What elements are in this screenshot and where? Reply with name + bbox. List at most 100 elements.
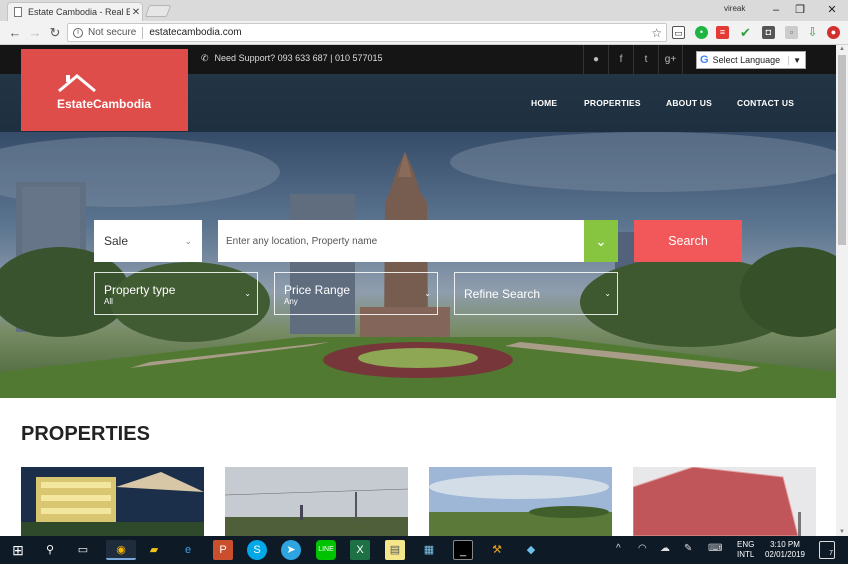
- address-toolbar: ← → ↻ i Not secure estatecambodia.com ☆ …: [0, 21, 848, 45]
- browser-titlebar: Estate Cambodia - Real E ✕ vireak – ❐ ✕: [0, 0, 848, 21]
- property-photo: [21, 467, 204, 536]
- powerpoint-icon[interactable]: P: [213, 540, 233, 560]
- twitter-icon[interactable]: t: [633, 45, 658, 74]
- facebook-icon[interactable]: f: [608, 45, 633, 74]
- extension-line-icon[interactable]: •: [695, 26, 708, 39]
- extension-check-icon[interactable]: ✔: [739, 26, 752, 39]
- scrollbar-thumb[interactable]: [838, 55, 846, 245]
- reload-icon[interactable]: ↻: [46, 24, 64, 42]
- telegram-icon[interactable]: ➤: [281, 540, 301, 560]
- filter-label: Refine Search: [464, 287, 541, 301]
- webpage: ✆ Need Support? 093 633 687 | 010 577015 …: [0, 45, 836, 536]
- app-icon[interactable]: ◆: [521, 540, 541, 560]
- onedrive-icon[interactable]: ☁: [660, 543, 670, 554]
- skype-icon[interactable]: S: [247, 540, 267, 560]
- site-logo[interactable]: EstateCambodia: [21, 49, 188, 131]
- back-icon[interactable]: ←: [6, 24, 24, 42]
- keyboard-icon[interactable]: ⌨: [708, 543, 722, 554]
- support-text: Need Support? 093 633 687 | 010 577015: [214, 53, 383, 63]
- tools-icon[interactable]: ⚒: [487, 540, 507, 560]
- ie-icon[interactable]: e: [178, 540, 198, 560]
- keyboard-layout: INTL: [737, 550, 755, 559]
- listing-type-select[interactable]: Sale ⌄: [94, 220, 202, 262]
- minimize-icon[interactable]: –: [764, 2, 788, 18]
- window-close-icon[interactable]: ✕: [820, 2, 844, 18]
- location-search-input[interactable]: [218, 220, 584, 262]
- filter-label: Price Range: [284, 283, 351, 297]
- clock-date: 02/01/2019: [764, 550, 806, 559]
- property-card[interactable]: [21, 467, 204, 536]
- photos-icon[interactable]: ▦: [419, 540, 439, 560]
- sticky-notes-icon[interactable]: ▤: [385, 540, 405, 560]
- hero-banner: [0, 132, 836, 398]
- support-info: ✆ Need Support? 093 633 687 | 010 577015: [201, 53, 383, 64]
- extension-download-icon[interactable]: ⇩: [806, 26, 819, 39]
- user-icon[interactable]: ●: [583, 45, 608, 74]
- nav-contact-us[interactable]: CONTACT US: [737, 98, 794, 108]
- property-card[interactable]: [633, 467, 816, 536]
- nav-home[interactable]: HOME: [531, 98, 557, 108]
- language-code: ENG: [737, 540, 755, 549]
- windows-start-icon[interactable]: ⊞: [8, 540, 28, 560]
- filter-value: All: [104, 297, 113, 306]
- windows-taskbar: ⊞ ⚲ ▭ ◉ ▰ e P S ➤ LINE X ▤ ▦ _ ⚒ ◆ ^ ◠ ☁…: [0, 536, 848, 564]
- forward-icon[interactable]: →: [26, 24, 44, 42]
- chevron-down-icon: ⌄: [424, 289, 431, 298]
- line-icon[interactable]: LINE: [316, 540, 336, 560]
- new-tab-button[interactable]: [144, 5, 172, 17]
- google-plus-icon[interactable]: g+: [658, 45, 683, 74]
- page-icon: [14, 7, 22, 17]
- security-label: Not secure: [88, 27, 137, 38]
- file-explorer-icon[interactable]: ▰: [144, 540, 164, 560]
- address-bar[interactable]: i Not secure estatecambodia.com ☆: [67, 23, 667, 42]
- bookmark-star-icon[interactable]: ☆: [651, 26, 662, 40]
- task-view-icon[interactable]: ▭: [73, 540, 93, 560]
- search-icon[interactable]: ⚲: [40, 540, 60, 560]
- price-range-filter[interactable]: Price Range Any ⌄: [274, 272, 438, 315]
- search-button[interactable]: Search: [634, 220, 742, 262]
- property-photo: [429, 467, 612, 536]
- chevron-down-icon: ⌄: [184, 235, 192, 246]
- nav-about-us[interactable]: ABOUT US: [666, 98, 712, 108]
- extension-adblock-icon[interactable]: ●: [827, 26, 840, 39]
- scroll-up-icon[interactable]: ▲: [836, 46, 848, 52]
- extension-chat-icon[interactable]: ▭: [672, 26, 685, 39]
- clock-time: 3:10 PM: [770, 540, 800, 549]
- phone-icon: ✆: [201, 53, 209, 63]
- tray-expand-icon[interactable]: ^: [616, 543, 621, 554]
- refine-search-filter[interactable]: Refine Search ⌄: [454, 272, 618, 315]
- extension-shield-icon[interactable]: ◘: [762, 26, 775, 39]
- house-icon: [58, 74, 96, 93]
- maximize-icon[interactable]: ❐: [788, 2, 812, 18]
- nav-properties[interactable]: PROPERTIES: [584, 98, 641, 108]
- browser-tab[interactable]: Estate Cambodia - Real E ✕: [7, 2, 143, 21]
- pen-icon[interactable]: ✎: [684, 543, 692, 554]
- profile-name[interactable]: vireak: [724, 4, 745, 13]
- terminal-icon[interactable]: _: [453, 540, 473, 560]
- chrome-taskbar-icon[interactable]: ◉: [106, 540, 136, 560]
- input-language[interactable]: ENG INTL: [737, 540, 754, 560]
- property-card[interactable]: [429, 467, 612, 536]
- extension-generic-icon[interactable]: ▫: [785, 26, 798, 39]
- extension-layers-icon[interactable]: ≡: [716, 26, 729, 39]
- listing-type-value: Sale: [104, 234, 129, 248]
- advanced-toggle-button[interactable]: ⌄: [584, 220, 618, 262]
- google-icon: G: [700, 54, 709, 66]
- system-clock[interactable]: 3:10 PM 02/01/2019: [762, 540, 808, 560]
- property-card[interactable]: [225, 467, 408, 536]
- info-icon[interactable]: i: [73, 27, 83, 38]
- language-selector[interactable]: G Select Language ▼: [696, 51, 806, 69]
- chevron-down-icon: ⌄: [595, 233, 607, 249]
- page-scrollbar[interactable]: ▲ ▼: [836, 45, 848, 536]
- notification-count: 7: [829, 550, 833, 557]
- property-type-filter[interactable]: Property type All ⌄: [94, 272, 258, 315]
- network-icon[interactable]: ◠: [638, 543, 647, 554]
- scroll-down-icon[interactable]: ▼: [836, 529, 848, 535]
- hero-overlay: [0, 132, 836, 398]
- url-text[interactable]: estatecambodia.com: [149, 27, 651, 38]
- tab-close-icon[interactable]: ✕: [130, 7, 142, 18]
- property-photo: [225, 467, 408, 536]
- action-center-icon[interactable]: 7: [819, 541, 835, 559]
- property-photo: [633, 467, 816, 536]
- excel-icon[interactable]: X: [350, 540, 370, 560]
